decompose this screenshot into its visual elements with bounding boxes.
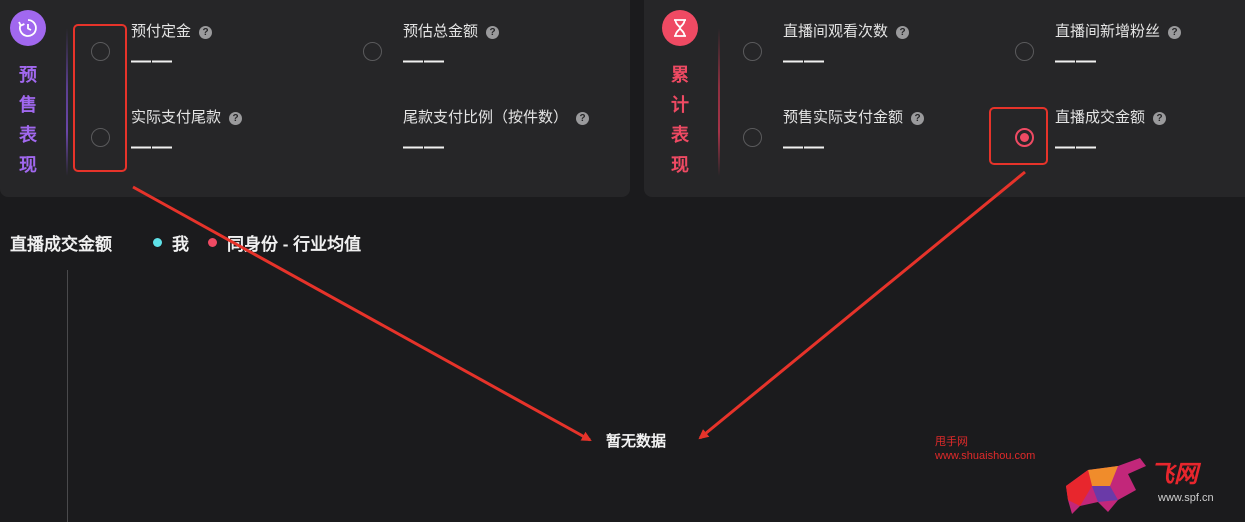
watermark-logo-url: www.spf.cn — [1158, 492, 1214, 504]
watermark-bull-logo — [1066, 458, 1146, 514]
watermark-site-url: www.shuaishou.com — [935, 450, 1036, 462]
annotation-arrow — [132, 185, 592, 442]
annotation-arrows — [132, 170, 1026, 442]
watermark-site-name: 甩手网 — [935, 436, 968, 448]
annotation-arrow — [698, 170, 1026, 440]
watermark-logo-text: 飞网 — [1150, 459, 1198, 488]
